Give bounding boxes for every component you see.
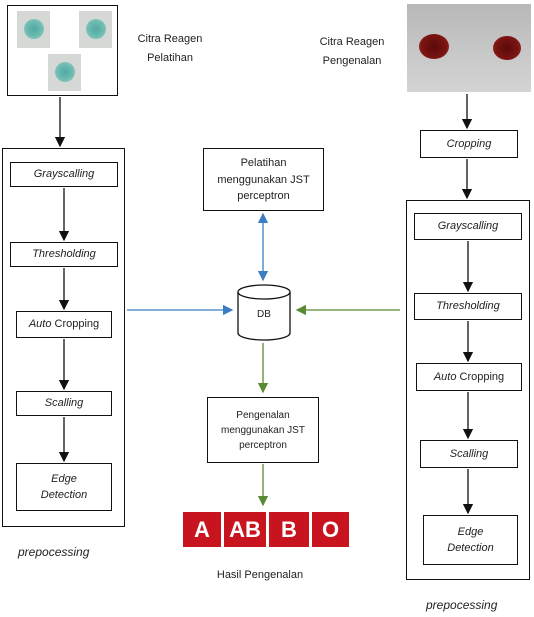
step-edge-detection: Edge Detection [423,515,518,565]
step-edge-detection: Edge Detection [16,463,112,511]
database-label: DB [257,309,271,320]
step-scalling: Scalling [420,440,518,468]
recognition-image-label: Citra Reagen Pengenalan [308,33,396,70]
label-line: Pengenalan [322,54,382,67]
training-box: Pelatihan menggunakan JST perceptron [203,148,324,211]
step-grayscalling: Grayscalling [10,162,118,187]
step-thresholding: Thresholding [414,293,522,320]
result-block-a: A [183,512,221,547]
result-block-o: O [312,512,349,547]
step-grayscalling: Grayscalling [414,213,522,240]
label-line: Citra Reagen [137,33,203,45]
step-cropping: Cropping [420,130,518,158]
label-line: Pelatihan [147,51,193,64]
diagram-canvas: Citra Reagen Pelatihan Citra Reagen Peng… [0,0,534,617]
left-preprocessing-caption: prepocessing [18,545,90,559]
label-line: Citra Reagen [319,36,385,48]
right-preprocessing-caption: prepocessing [426,598,498,612]
result-block-b: B [269,512,309,547]
step-auto-cropping: Auto Cropping [416,363,522,391]
training-image [7,5,118,96]
results-caption: Hasil Pengenalan [216,569,304,581]
step-auto-cropping: Auto Cropping [16,311,112,338]
recognition-box: Pengenalan menggunakan JST perceptron [207,397,319,463]
recognition-image [407,4,531,92]
training-image-label: Citra Reagen Pelatihan [125,30,215,67]
step-thresholding: Thresholding [10,242,118,267]
result-block-ab: AB [224,512,266,547]
step-scalling: Scalling [16,391,112,416]
